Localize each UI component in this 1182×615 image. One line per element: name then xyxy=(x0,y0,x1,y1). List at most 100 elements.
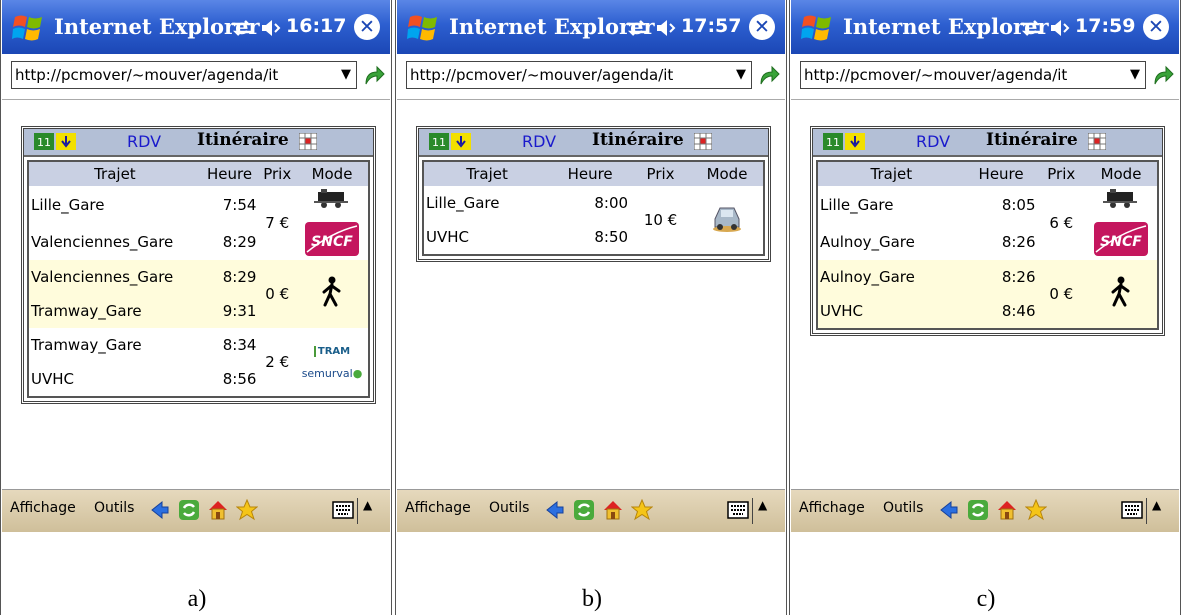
rdv-link[interactable]: RDV xyxy=(522,132,556,151)
leg-price: 0 € xyxy=(1037,260,1085,328)
home-icon[interactable] xyxy=(996,499,1018,521)
table-header-row: Trajet Heure Prix Mode xyxy=(818,162,1157,186)
bottom-menu-bar: Affichage Outils ▲ xyxy=(397,489,785,532)
clock[interactable]: 17:57 xyxy=(681,15,741,37)
bottom-menu-bar: Affichage Outils ▲ xyxy=(791,489,1179,532)
url-text: http://pcmover/~mouver/agenda/it xyxy=(804,66,1068,84)
keyboard-icon[interactable] xyxy=(1121,501,1143,519)
close-icon[interactable]: ✕ xyxy=(354,14,380,40)
windows-start-icon[interactable] xyxy=(801,12,833,44)
table-header-row: Trajet Heure Prix Mode xyxy=(29,162,368,186)
clock[interactable]: 17:59 xyxy=(1075,15,1135,37)
clock[interactable]: 16:17 xyxy=(286,15,346,37)
go-arrow-icon[interactable] xyxy=(757,64,781,88)
windows-start-icon[interactable] xyxy=(407,12,439,44)
walk-mode-icon xyxy=(1087,276,1155,312)
menu-separator xyxy=(357,498,358,524)
keyboard-icon[interactable] xyxy=(332,501,354,519)
train-mode-icon: SNCF xyxy=(1087,186,1155,260)
back-icon[interactable] xyxy=(149,499,171,521)
keyboard-icon[interactable] xyxy=(727,501,749,519)
screen-panel-a: Internet Explorer 16:17 ✕ http://pcmover… xyxy=(0,0,392,615)
bottom-menu-bar: Affichage Outils ▲ xyxy=(2,489,390,532)
table-row: Aulnoy_Gare 8:26 0 € xyxy=(818,260,1157,328)
itinerary-table: Trajet Heure Prix Mode Lille_Gare 8:05 6 €… xyxy=(818,162,1157,328)
menu-outils[interactable]: Outils xyxy=(94,500,134,516)
calendar-grid-icon[interactable] xyxy=(694,133,712,150)
leg-to: Aulnoy_Gare xyxy=(820,232,915,251)
close-icon[interactable]: ✕ xyxy=(749,14,775,40)
itinerary-table: Trajet Heure Prix Mode Lille_Gare 7:54 7 €… xyxy=(29,162,368,396)
table-row: Lille_Gare 8:05 6 € SNCF xyxy=(818,186,1157,256)
menu-outils[interactable]: Outils xyxy=(883,500,923,516)
refresh-icon[interactable] xyxy=(967,499,989,521)
header-heure: Heure xyxy=(200,162,259,186)
svg-text:11: 11 xyxy=(37,136,51,149)
menu-affichage[interactable]: Affichage xyxy=(405,500,471,516)
chevron-down-icon[interactable]: ▼ xyxy=(336,62,356,88)
leg-from: Tramway_Gare xyxy=(31,336,142,354)
rdv-link[interactable]: RDV xyxy=(127,132,161,151)
volume-icon[interactable] xyxy=(1049,17,1071,39)
leg-from: Aulnoy_Gare xyxy=(818,260,965,294)
leg-mode: TRAM semurval● xyxy=(296,328,368,396)
app-title: Internet Explorer xyxy=(449,14,655,39)
calendar-day-icon[interactable]: 11 xyxy=(34,133,76,150)
page-nav: 11 RDV Itinéraire xyxy=(813,129,1162,157)
menu-affichage[interactable]: Affichage xyxy=(799,500,865,516)
leg-arrival: 8:29 xyxy=(222,232,257,251)
home-icon[interactable] xyxy=(602,499,624,521)
leg-to: Valenciennes_Gare xyxy=(31,232,174,251)
chevron-down-icon[interactable]: ▼ xyxy=(1125,62,1145,88)
leg-to: UVHC xyxy=(426,228,469,246)
windows-start-icon[interactable] xyxy=(12,12,44,44)
car-mode-icon xyxy=(693,203,761,237)
url-input[interactable]: http://pcmover/~mouver/agenda/it ▼ xyxy=(406,61,752,89)
go-arrow-icon[interactable] xyxy=(1151,64,1175,88)
menu-affichage[interactable]: Affichage xyxy=(10,500,76,516)
train-mode-icon: SNCF xyxy=(298,186,366,260)
go-arrow-icon[interactable] xyxy=(362,64,386,88)
itinerary-legs: Lille_Gare 8:05 6 € SNCF Aulnoy_Gare 8:26 Auln… xyxy=(818,186,1157,328)
sip-arrow-icon[interactable]: ▲ xyxy=(1152,498,1161,512)
screen-panel-b: Internet Explorer 17:57 ✕ http://pcmover… xyxy=(395,0,787,615)
leg-to: UVHC xyxy=(31,370,74,388)
volume-icon[interactable] xyxy=(260,17,282,39)
rdv-link[interactable]: RDV xyxy=(916,132,950,151)
favorites-star-icon[interactable] xyxy=(631,499,653,521)
sip-arrow-icon[interactable]: ▲ xyxy=(363,498,372,512)
header-heure: Heure xyxy=(550,162,631,186)
menu-outils[interactable]: Outils xyxy=(489,500,529,516)
itinerary-table: Trajet Heure Prix Mode Lille_Gare 8:00 10 … xyxy=(424,162,763,254)
leg-price: 7 € xyxy=(265,214,290,232)
calendar-day-icon[interactable]: 11 xyxy=(429,133,471,150)
calendar-grid-icon[interactable] xyxy=(299,133,317,150)
sip-arrow-icon[interactable]: ▲ xyxy=(758,498,767,512)
url-input[interactable]: http://pcmover/~mouver/agenda/it ▼ xyxy=(800,61,1146,89)
connectivity-icon[interactable] xyxy=(625,19,649,37)
home-icon[interactable] xyxy=(207,499,229,521)
close-icon[interactable]: ✕ xyxy=(1143,14,1169,40)
favorites-star-icon[interactable] xyxy=(236,499,258,521)
connectivity-icon[interactable] xyxy=(1019,19,1043,37)
refresh-icon[interactable] xyxy=(573,499,595,521)
mode-label: TRAM xyxy=(298,345,366,359)
mode-label: SNCF xyxy=(1100,234,1142,250)
back-icon[interactable] xyxy=(544,499,566,521)
volume-icon[interactable] xyxy=(655,17,677,39)
calendar-day-icon[interactable]: 11 xyxy=(823,133,865,150)
panel-caption: a) xyxy=(187,586,207,612)
calendar-grid-icon[interactable] xyxy=(1088,133,1106,150)
chevron-down-icon[interactable]: ▼ xyxy=(731,62,751,88)
leg-arrival: 8:46 xyxy=(964,294,1038,328)
favorites-star-icon[interactable] xyxy=(1025,499,1047,521)
back-icon[interactable] xyxy=(938,499,960,521)
table-row: Lille_Gare 7:54 7 € SNCF xyxy=(29,186,368,256)
svg-text:11: 11 xyxy=(432,136,446,149)
connectivity-icon[interactable] xyxy=(230,19,254,37)
url-input[interactable]: http://pcmover/~mouver/agenda/it ▼ xyxy=(11,61,357,89)
leg-arrival: 8:50 xyxy=(594,228,629,246)
refresh-icon[interactable] xyxy=(178,499,200,521)
leg-to: Tramway_Gare xyxy=(29,294,201,328)
leg-price: 2 € xyxy=(265,353,290,371)
